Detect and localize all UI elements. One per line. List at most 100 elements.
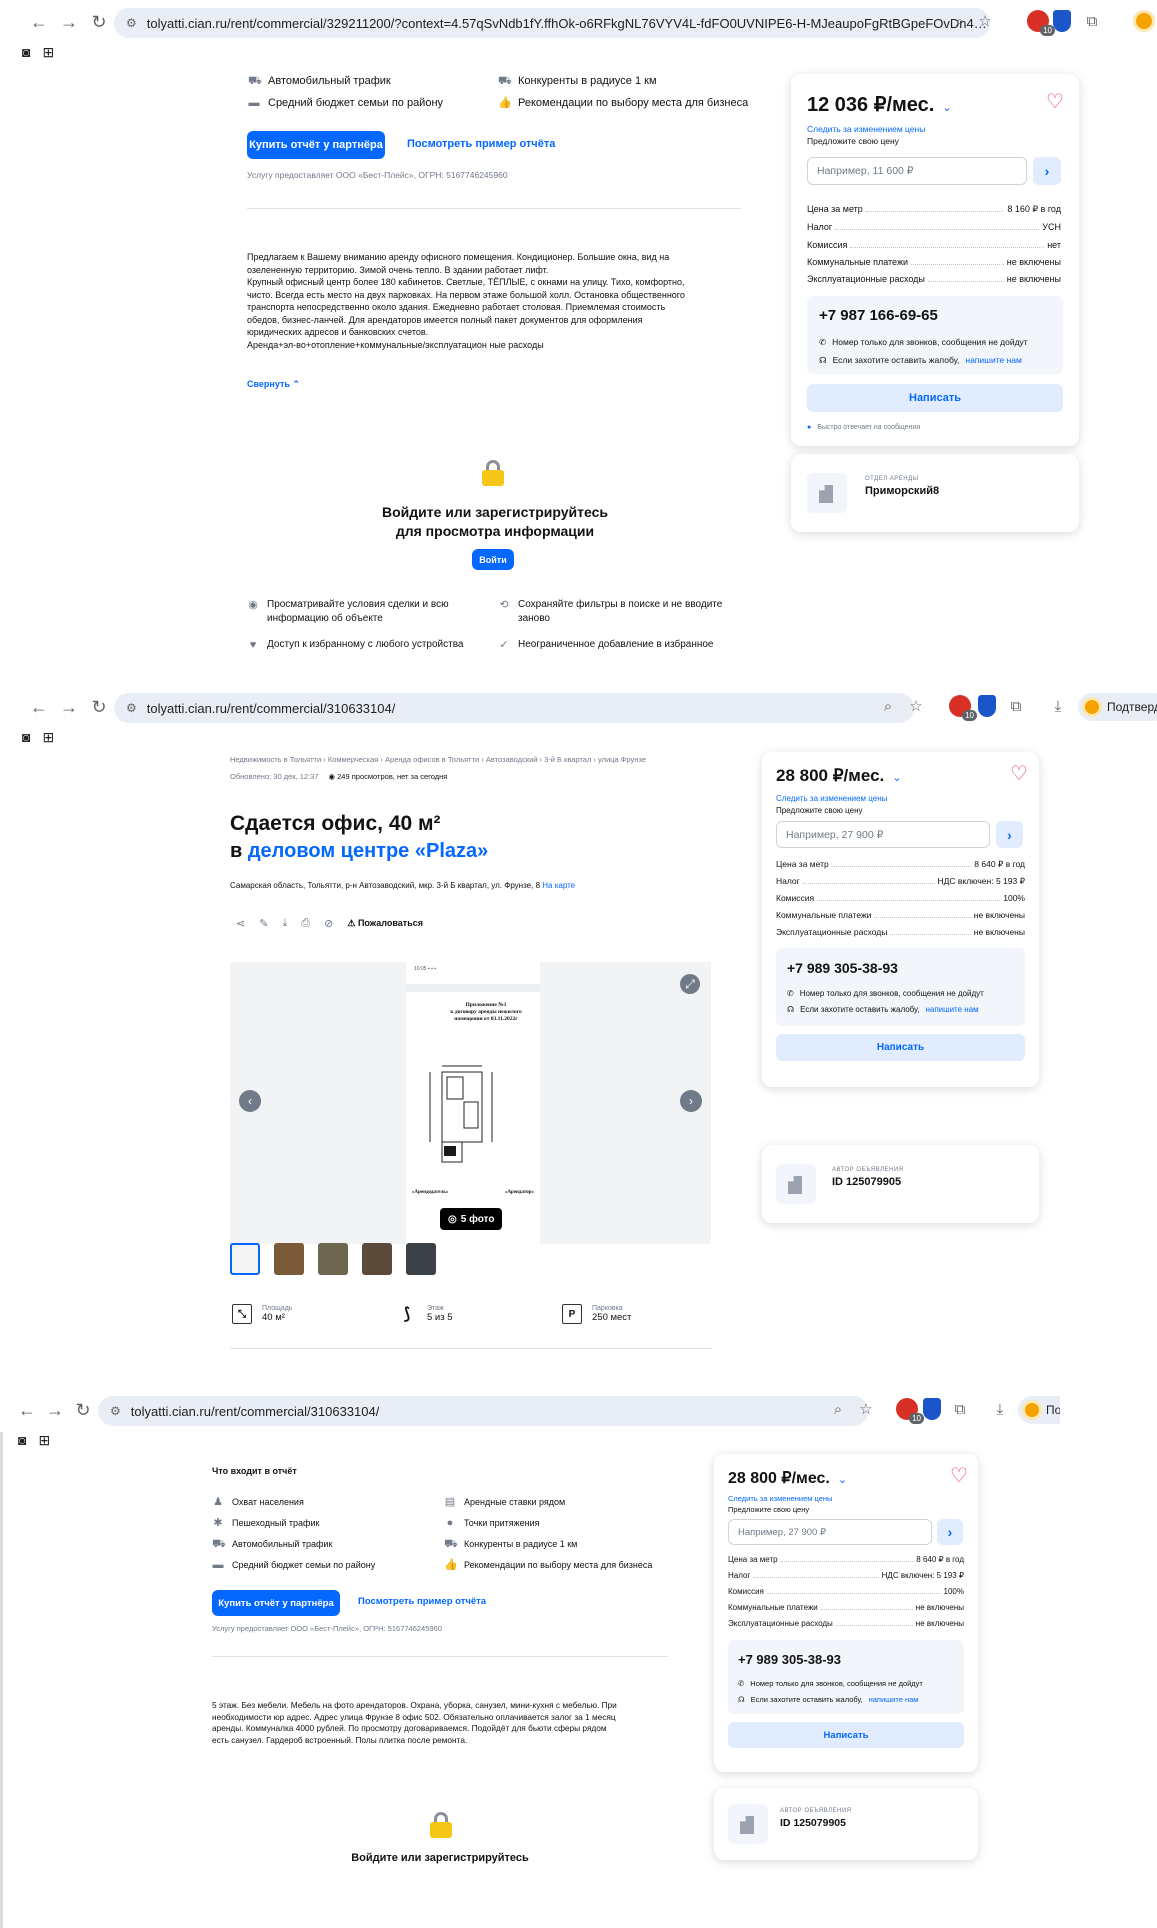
forward-icon[interactable]: →: [58, 12, 80, 32]
address-bar[interactable]: ⚙ tolyatti.cian.ru/rent/commercial/31063…: [114, 693, 914, 723]
site-settings-icon[interactable]: ⚙: [126, 16, 137, 30]
sample-report-link[interactable]: Посмотреть пример отчёта: [407, 138, 555, 150]
write-us-link[interactable]: напишите нам: [869, 1694, 919, 1706]
print-icon[interactable]: ⎙: [301, 917, 310, 930]
bookmark-star-icon[interactable]: ☆: [975, 11, 995, 33]
phone-number[interactable]: +7 987 166-69-65: [819, 307, 938, 324]
fullscreen-button[interactable]: ⤢: [680, 974, 700, 994]
follow-price-link[interactable]: Следить за изменением цены: [776, 794, 887, 803]
profile-icon[interactable]: [1133, 10, 1155, 32]
extension-icon[interactable]: 10: [949, 695, 977, 721]
write-message-button[interactable]: Написать: [776, 1034, 1025, 1061]
edit-icon[interactable]: ✎: [259, 917, 268, 930]
photo-gallery[interactable]: 10:05 ▪ ▪ ▪ Приложение №1 к договору аре…: [230, 962, 711, 1244]
address-bar[interactable]: ⚙ tolyatti.cian.ru/rent/commercial/31063…: [98, 1396, 868, 1426]
hide-icon[interactable]: ⊘: [324, 917, 333, 930]
gallery-thumbnail[interactable]: [230, 1243, 260, 1275]
chevron-down-icon[interactable]: ⌄: [838, 1474, 847, 1486]
spec-floor: ⟆ Этаж 5 из 5: [397, 1304, 453, 1324]
extension-icon[interactable]: 10: [896, 1398, 924, 1424]
back-icon[interactable]: ←: [28, 12, 50, 32]
tab-strip-icon[interactable]: ◙: [18, 1432, 26, 1448]
favorite-heart-icon[interactable]: ♡: [1046, 92, 1064, 112]
next-photo-button[interactable]: ›: [680, 1090, 702, 1112]
address-bar[interactable]: ⚙ tolyatti.cian.ru/rent/commercial/32921…: [114, 8, 990, 38]
agent-name[interactable]: ID 125079905: [832, 1176, 901, 1188]
gallery-thumbnail[interactable]: [274, 1243, 304, 1275]
forward-icon[interactable]: →: [58, 697, 80, 717]
reload-icon[interactable]: ↻: [72, 1400, 94, 1420]
on-map-link[interactable]: На карте: [542, 881, 575, 890]
shield-extension-icon[interactable]: [1053, 10, 1071, 32]
breadcrumb[interactable]: Недвижимость в Тольятти › Коммерческая ›…: [230, 755, 646, 764]
login-button[interactable]: Войти: [472, 549, 514, 570]
follow-price-link[interactable]: Следить за изменением цены: [728, 1494, 832, 1503]
favorite-heart-icon[interactable]: ♡: [950, 1466, 968, 1486]
submit-offer-button[interactable]: ›: [1033, 157, 1061, 185]
follow-price-link[interactable]: Следить за изменением цены: [807, 124, 925, 134]
back-icon[interactable]: ←: [16, 1400, 38, 1420]
description: 5 этаж. Без мебели. Мебель на фото аренд…: [212, 1700, 617, 1745]
shield-extension-icon[interactable]: [978, 695, 996, 717]
screenshot-2: ← → ↻ ⚙ tolyatti.cian.ru/rent/commercial…: [0, 685, 1157, 1388]
submit-offer-button[interactable]: ›: [996, 821, 1023, 848]
agent-card[interactable]: АВТОР ОБЪЯВЛЕНИЯ ID 125079905: [714, 1788, 978, 1860]
phone-number[interactable]: +7 989 305-38-93: [738, 1652, 841, 1667]
agent-name[interactable]: ID 125079905: [780, 1817, 846, 1829]
profile-chip[interactable]: По: [1018, 1396, 1060, 1424]
offer-price-input[interactable]: Например, 11 600 ₽: [807, 157, 1027, 185]
reload-icon[interactable]: ↻: [88, 12, 110, 32]
share-icon[interactable]: ⋖: [236, 917, 245, 930]
sample-report-link[interactable]: Посмотреть пример отчёта: [358, 1596, 486, 1607]
collapse-link[interactable]: Свернуть ⌃: [247, 379, 300, 390]
submit-offer-button[interactable]: ›: [937, 1519, 963, 1545]
site-settings-icon[interactable]: ⚙: [126, 701, 137, 715]
back-icon[interactable]: ←: [28, 697, 50, 717]
apps-grid-icon[interactable]: ⊞: [42, 729, 54, 745]
agent-card[interactable]: ОТДЕЛ АРЕНДЫ Приморский8: [791, 454, 1079, 532]
tab-strip-icon[interactable]: ◙: [22, 729, 30, 745]
apps-grid-icon[interactable]: ⊞: [38, 1432, 50, 1448]
apps-grid-icon[interactable]: ⊞: [42, 44, 54, 60]
extension-icon[interactable]: 10: [1027, 10, 1055, 36]
complain-button[interactable]: ⚠ Пожаловаться: [347, 918, 423, 929]
zoom-icon[interactable]: ⌕: [950, 11, 970, 33]
gallery-thumbnail[interactable]: [406, 1243, 436, 1275]
tab-strip-icon[interactable]: ◙: [22, 44, 30, 60]
offer-price-input[interactable]: Например, 27 900 ₽: [776, 821, 990, 848]
agent-card[interactable]: АВТОР ОБЪЯВЛЕНИЯ ID 125079905: [762, 1145, 1039, 1223]
prev-photo-button[interactable]: ‹: [239, 1090, 261, 1112]
buy-report-button[interactable]: Купить отчёт у партнёра: [247, 131, 385, 159]
business-center-link[interactable]: деловом центре «Plaza»: [248, 840, 488, 862]
reload-icon[interactable]: ↻: [88, 697, 110, 717]
download-icon[interactable]: ⤓: [282, 917, 287, 930]
report-item: ⛟ Конкуренты в радиусе 1 км: [444, 1538, 578, 1550]
offer-price-input[interactable]: Например, 27 900 ₽: [728, 1519, 932, 1545]
zoom-icon[interactable]: ⌕: [828, 1399, 848, 1421]
forward-icon[interactable]: →: [44, 1400, 66, 1420]
gallery-thumbnail[interactable]: [362, 1243, 392, 1275]
write-message-button[interactable]: Написать: [807, 384, 1063, 412]
site-settings-icon[interactable]: ⚙: [110, 1404, 121, 1418]
bookmark-star-icon[interactable]: ☆: [856, 1399, 876, 1421]
favorite-heart-icon[interactable]: ♡: [1010, 764, 1028, 784]
chevron-down-icon[interactable]: ⌄: [892, 772, 901, 784]
shield-extension-icon[interactable]: [923, 1398, 941, 1420]
gallery-thumbnail[interactable]: [318, 1243, 348, 1275]
buy-report-button[interactable]: Купить отчёт у партнёра: [212, 1590, 340, 1616]
write-us-link[interactable]: напишите нам: [925, 1004, 978, 1016]
zoom-icon[interactable]: ⌕: [878, 696, 898, 718]
bookmark-star-icon[interactable]: ☆: [906, 696, 926, 718]
agent-name[interactable]: Приморский8: [865, 485, 939, 497]
write-message-button[interactable]: Написать: [728, 1722, 964, 1748]
extensions-puzzle-icon[interactable]: ⧉: [1082, 11, 1102, 33]
photo-count-badge[interactable]: ◎ 5 фото: [440, 1208, 503, 1230]
download-icon[interactable]: ⤓: [1048, 696, 1068, 718]
write-us-link[interactable]: напишите нам: [965, 354, 1022, 366]
extensions-puzzle-icon[interactable]: ⧉: [950, 1399, 970, 1421]
chevron-down-icon[interactable]: ⌄: [942, 102, 951, 114]
phone-number[interactable]: +7 989 305-38-93: [787, 960, 898, 976]
profile-chip[interactable]: Подтверди: [1078, 693, 1157, 721]
download-icon[interactable]: ⤓: [990, 1399, 1010, 1421]
extensions-puzzle-icon[interactable]: ⧉: [1006, 696, 1026, 718]
